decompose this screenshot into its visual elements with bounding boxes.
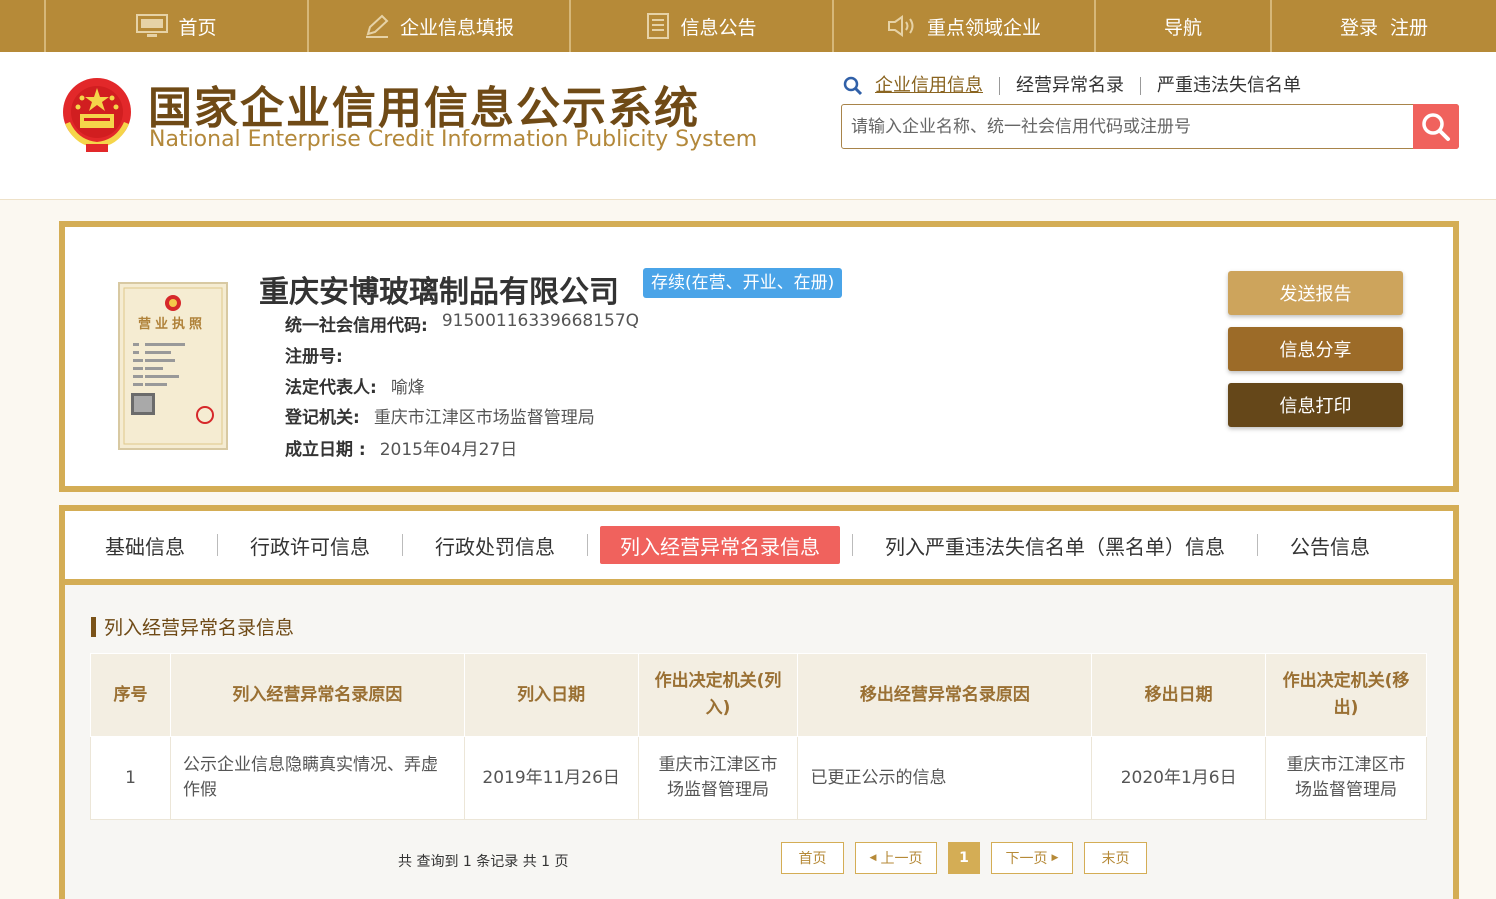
search-type-links: 企业信用信息 经营异常名录 严重违法失信名单: [843, 76, 1317, 96]
nav-label-home: 首页: [178, 16, 217, 39]
section-title-marker: [91, 616, 96, 637]
company-name: 重庆安博玻璃制品有限公司: [259, 275, 619, 310]
col-header-list-date: 列入日期: [463, 653, 639, 737]
caret-right-icon: ▶: [1051, 853, 1059, 863]
info-row-authority: 登记机关: 重庆市江津区市场监督管理局: [285, 403, 595, 428]
established-label: 成立日期 :: [285, 440, 366, 460]
nav-item-home[interactable]: 首页: [46, 0, 309, 52]
search-link-abnormal-list[interactable]: 经营异常名录: [1000, 77, 1141, 95]
company-card-inner: 营业执照 重庆安博玻璃制品有限公司 存续(在营、开业、在册) 统一社会信用代码:…: [65, 227, 1453, 486]
col-header-list-reason: 列入经营异常名录原因: [169, 653, 465, 737]
nav-label-navigation: 导航: [1163, 16, 1202, 39]
tab-abnormal-list[interactable]: 列入经营异常名录信息: [600, 526, 840, 564]
pen-icon: [365, 14, 389, 38]
tab-blacklist[interactable]: 列入严重违法失信名单（黑名单）信息: [865, 526, 1245, 564]
tab-admin-license[interactable]: 行政许可信息: [230, 526, 390, 564]
cell-remove-date: 2020年1月6日: [1091, 736, 1267, 820]
print-info-button[interactable]: 信息打印: [1228, 383, 1403, 427]
tab-basic-info[interactable]: 基础信息: [85, 526, 205, 564]
next-page-label: 下一页: [1005, 851, 1048, 867]
search-button[interactable]: [1413, 104, 1459, 149]
section-title: 列入经营异常名录信息: [91, 613, 294, 640]
credit-code-value: 91500116339668157Q: [441, 311, 640, 331]
nav-item-announcements[interactable]: 信息公告: [571, 0, 834, 52]
search-link-credit-info[interactable]: 企业信用信息: [865, 77, 1000, 95]
legal-rep-value: 喻烽: [390, 378, 425, 398]
pager-summary: 共 查询到 1 条记录 共 1 页: [398, 854, 569, 870]
caret-left-icon: ◀: [869, 853, 877, 863]
search-small-icon: [843, 76, 863, 96]
monitor-icon: [136, 14, 169, 37]
table-header-row: 序号 列入经营异常名录原因 列入日期 作出决定机关(列入) 移出经营异常名录原因…: [90, 653, 1427, 737]
cell-list-date: 2019年11月26日: [463, 736, 639, 820]
prev-page-button[interactable]: ◀ 上一页: [855, 842, 937, 874]
table-row: 1 公示企业信息隐瞒真实情况、弄虚作假 2019年11月26日 重庆市江津区市场…: [90, 736, 1427, 820]
top-nav: 首页 企业信息填报 信息公告 重点领域企业 导航 登录 注册: [0, 0, 1496, 52]
share-info-button[interactable]: 信息分享: [1228, 327, 1403, 371]
nav-item-key-enterprises[interactable]: 重点领域企业: [834, 0, 1096, 52]
col-header-index: 序号: [90, 653, 171, 737]
tabs-bar: 基础信息 行政许可信息 行政处罚信息 列入经营异常名录信息 列入严重违法失信名单…: [65, 511, 1453, 579]
col-header-list-authority: 作出决定机关(列入): [637, 653, 799, 737]
company-card: 营业执照 重庆安博玻璃制品有限公司 存续(在营、开业、在册) 统一社会信用代码:…: [59, 221, 1459, 492]
nav-item-navigation[interactable]: 导航: [1096, 0, 1272, 52]
document-icon: [647, 13, 670, 39]
last-page-button[interactable]: 末页: [1084, 842, 1147, 874]
credit-code-label: 统一社会信用代码:: [285, 316, 428, 336]
first-page-button[interactable]: 首页: [781, 842, 844, 874]
info-tabs-panel: 基础信息 行政许可信息 行政处罚信息 列入经营异常名录信息 列入严重违法失信名单…: [59, 505, 1459, 899]
col-header-remove-date: 移出日期: [1091, 653, 1267, 737]
tab-announcements[interactable]: 公告信息: [1270, 526, 1390, 564]
info-row-established: 成立日期 : 2015年04月27日: [285, 435, 517, 460]
license-title-text: 营业执照: [138, 317, 207, 332]
nav-item-enterprise-report[interactable]: 企业信息填报: [309, 0, 571, 52]
prev-page-label: 上一页: [880, 851, 923, 867]
send-report-button[interactable]: 发送报告: [1228, 271, 1403, 315]
tab-divider: [852, 534, 853, 556]
authority-value: 重庆市江津区市场监督管理局: [373, 408, 595, 428]
col-header-remove-authority: 作出决定机关(移出): [1265, 653, 1427, 737]
tab-divider: [402, 534, 403, 556]
site-subtitle: National Enterprise Credit Information P…: [149, 127, 758, 152]
page-number-current[interactable]: 1: [948, 842, 980, 874]
reg-number-label: 注册号:: [285, 347, 343, 367]
search-icon: [1422, 112, 1450, 141]
cell-list-reason: 公示企业信息隐瞒真实情况、弄虚作假: [169, 736, 465, 820]
nav-label-key-enterprises: 重点领域企业: [926, 16, 1041, 39]
speaker-icon: [887, 15, 914, 37]
site-header: 国家企业信用信息公示系统 National Enterprise Credit …: [0, 52, 1496, 200]
legal-rep-label: 法定代表人:: [285, 378, 377, 398]
cell-remove-reason: 已更正公示的信息: [797, 736, 1093, 820]
tab-divider: [217, 534, 218, 556]
tab-content: 列入经营异常名录信息 序号 列入经营异常名录原因 列入日期 作出决定机关(列入)…: [65, 585, 1453, 899]
nav-label-announcements: 信息公告: [680, 16, 757, 39]
tab-divider: [1257, 534, 1258, 556]
nav-label-login-register: 登录 注册: [1339, 16, 1429, 39]
nav-spacer: [0, 0, 46, 52]
search-input[interactable]: [842, 105, 1402, 148]
info-row-legal-rep: 法定代表人: 喻烽: [285, 373, 425, 398]
status-badge: 存续(在营、开业、在册): [643, 268, 843, 298]
abnormal-list-table: 序号 列入经营异常名录原因 列入日期 作出决定机关(列入) 移出经营异常名录原因…: [90, 653, 1427, 820]
nav-item-login-register[interactable]: 登录 注册: [1272, 0, 1496, 52]
nav-label-enterprise-report: 企业信息填报: [399, 16, 514, 39]
pagination: 首页 ◀ 上一页 1 下一页 ▶ 末页: [781, 842, 1147, 874]
cell-remove-authority: 重庆市江津区市场监督管理局: [1265, 736, 1427, 820]
established-value: 2015年04月27日: [379, 440, 518, 460]
section-title-text: 列入经营异常名录信息: [104, 617, 295, 639]
business-license-image: [118, 282, 228, 450]
tab-admin-penalty[interactable]: 行政处罚信息: [415, 526, 575, 564]
authority-label: 登记机关:: [285, 408, 360, 428]
info-row-credit-code: 统一社会信用代码: 91500116339668157Q: [285, 311, 639, 336]
col-header-remove-reason: 移出经营异常名录原因: [797, 653, 1093, 737]
cell-list-authority: 重庆市江津区市场监督管理局: [637, 736, 799, 820]
tab-divider: [587, 534, 588, 556]
cell-index: 1: [90, 736, 171, 820]
national-emblem-logo: [63, 78, 131, 152]
search-link-blacklist[interactable]: 严重违法失信名单: [1141, 77, 1317, 95]
info-row-reg-number: 注册号:: [285, 342, 357, 367]
next-page-button[interactable]: 下一页 ▶: [991, 842, 1073, 874]
search-box: [841, 104, 1459, 149]
